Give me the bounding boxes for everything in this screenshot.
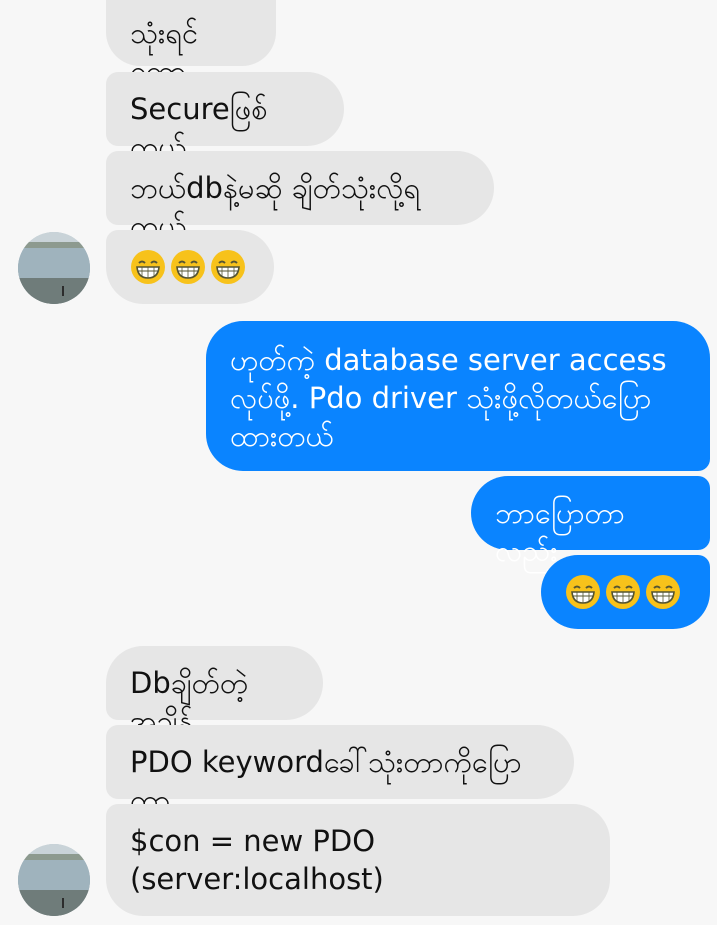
grinning-face-icon	[646, 575, 680, 609]
emoji-row	[130, 249, 250, 285]
message-bubble-outgoing[interactable]: ဘာပြောတာလည်း	[471, 476, 710, 568]
message-bubble-outgoing[interactable]	[541, 555, 710, 629]
grinning-face-icon	[171, 250, 205, 284]
grinning-face-icon	[566, 575, 600, 609]
message-bubble-outgoing[interactable]: ဟုတ်ကဲ့ database server access လုပ်ဖို့.…	[206, 321, 710, 471]
avatar[interactable]	[18, 232, 90, 304]
message-text: ဟုတ်ကဲ့ database server access လုပ်ဖို့.…	[230, 343, 667, 453]
grinning-face-icon	[211, 250, 245, 284]
message-bubble-incoming[interactable]: သုံးရင်တော့	[106, 0, 276, 88]
message-bubble-incoming[interactable]: PDO keywordခေါ်သုံးတာကိုပြောတာ	[106, 725, 574, 817]
message-bubble-incoming[interactable]	[106, 230, 274, 304]
emoji-row	[565, 574, 686, 610]
message-bubble-incoming[interactable]: $con = new PDO (server:localhost)	[106, 804, 610, 916]
avatar[interactable]	[18, 844, 90, 916]
message-text: $con = new PDO (server:localhost)	[130, 824, 384, 896]
avatar-photo	[18, 844, 90, 916]
avatar-photo	[18, 232, 90, 304]
grinning-face-icon	[131, 250, 165, 284]
message-bubble-incoming[interactable]: ဘယ်dbနဲ့မဆို ချိတ်သုံးလို့ရတယ်	[106, 151, 494, 243]
grinning-face-icon	[606, 575, 640, 609]
message-bubble-incoming[interactable]: Secureဖြစ်တယ်	[106, 72, 344, 164]
message-bubble-incoming[interactable]: Dbချိတ်တဲ့အချိန်	[106, 646, 323, 738]
